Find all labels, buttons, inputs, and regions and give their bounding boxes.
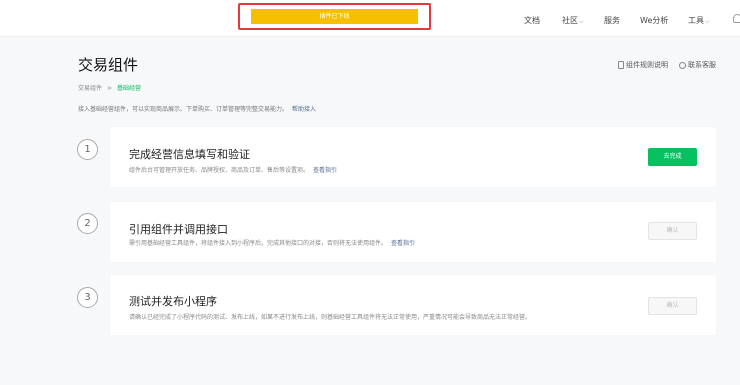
chevron-down-icon: ⌵: [579, 18, 584, 25]
offline-banner[interactable]: 插件已下线: [251, 9, 418, 24]
breadcrumb-item-trade-component[interactable]: 交易组件: [78, 85, 102, 92]
step-title: 测试并发布小程序: [129, 295, 217, 308]
step-description: 请确认已经完成了小程序代码的测试、发布上线，如果不进行发布上线，则基础经营工具组…: [129, 314, 532, 321]
view-guide-link[interactable]: 查看指引: [313, 167, 337, 174]
help-link[interactable]: 帮助接入: [292, 106, 316, 113]
breadcrumb-item-basic-operation: 基础经营: [117, 85, 142, 92]
component-rules-label: 组件规则说明: [626, 61, 668, 69]
chevron-down-icon: ⌵: [705, 18, 710, 25]
step-card-3: 测试并发布小程序 请确认已经完成了小程序代码的测试、发布上线，如果不进行发布上线…: [110, 275, 716, 335]
nav-tools[interactable]: 工具⌵: [688, 15, 710, 26]
step-description: 组件后台可管理开放任务、品牌授权、商品及订单、售后等设置项。 查看指引: [129, 167, 338, 174]
confirm-button[interactable]: 确认: [648, 297, 697, 315]
view-guide-link[interactable]: 查看指引: [391, 240, 415, 247]
nav-docs[interactable]: 文档: [524, 15, 540, 26]
top-navigation-bar: 插件已下线 文档 社区⌵ 服务 We分析 工具⌵: [0, 0, 740, 37]
step-description: 需引用基础经营工具组件，将组件接入到小程序后，完成其他接口的对接，否则将无法使用…: [129, 240, 416, 247]
go-complete-button[interactable]: 去完成: [648, 148, 697, 166]
breadcrumb: 交易组件 > 基础经营: [78, 83, 141, 92]
step-card-1: 完成经营信息填写和验证 组件后台可管理开放任务、品牌授权、商品及订单、售后等设置…: [110, 127, 716, 187]
step-number-3: 3: [77, 287, 98, 308]
step-title: 完成经营信息填写和验证: [129, 148, 250, 161]
confirm-button[interactable]: 确认: [648, 222, 697, 240]
step-card-2: 引用组件并调用接口 需引用基础经营工具组件，将组件接入到小程序后，完成其他接口的…: [110, 202, 716, 262]
document-icon: [618, 61, 624, 69]
nav-community[interactable]: 社区⌵: [562, 15, 584, 26]
bell-icon[interactable]: [733, 14, 740, 23]
contact-support-label: 联系客服: [688, 61, 716, 69]
breadcrumb-separator: >: [107, 85, 113, 92]
nav-services[interactable]: 服务: [604, 15, 620, 26]
page-title: 交易组件: [78, 56, 139, 74]
page-description: 接入基础经营组件，可以实现商品展示、下单购买、订单管理等完整交易能力。 帮助接入: [78, 106, 317, 113]
step-title: 引用组件并调用接口: [129, 223, 228, 236]
component-rules-link[interactable]: 组件规则说明: [618, 60, 668, 70]
support-icon: [679, 61, 686, 69]
step-number-2: 2: [77, 213, 98, 234]
step-number-1: 1: [77, 139, 98, 160]
nav-we-analytics[interactable]: We分析: [640, 15, 668, 26]
highlight-frame: 插件已下线: [238, 3, 431, 30]
contact-support-link[interactable]: 联系客服: [679, 60, 716, 70]
